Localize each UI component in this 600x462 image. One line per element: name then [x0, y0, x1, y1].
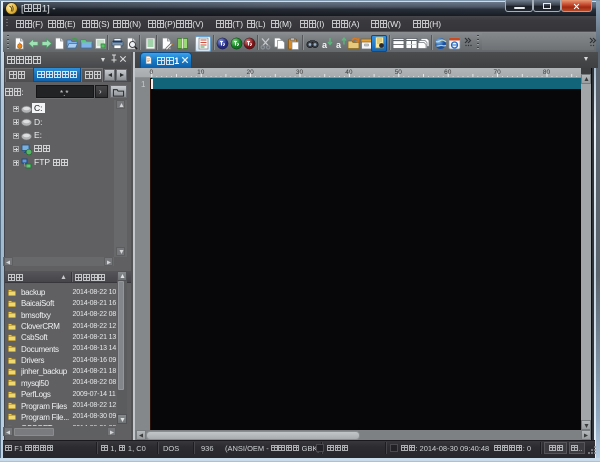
- svg-text:a: a: [322, 40, 328, 50]
- svg-text:a: a: [336, 40, 342, 50]
